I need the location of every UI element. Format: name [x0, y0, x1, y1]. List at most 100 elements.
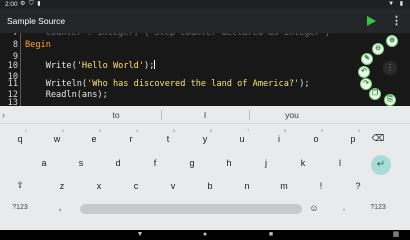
key-hint-number: 7: [247, 128, 250, 133]
key-d[interactable]: d: [110, 157, 126, 171]
suggestion-2[interactable]: I: [185, 109, 225, 121]
key-hint-number: 3: [99, 128, 102, 133]
symbols-key[interactable]: ?123: [8, 202, 32, 216]
comma-key[interactable]: ,: [52, 201, 68, 215]
enter-key[interactable]: ↵: [371, 155, 391, 175]
key-hint-number: 5: [173, 128, 176, 133]
code-text: Begin: [25, 39, 51, 51]
key-p[interactable]: p: [345, 133, 361, 147]
suggestion-strip: › to I you: [0, 106, 410, 124]
code-token: Writeln(: [25, 79, 88, 89]
period-key[interactable]: .: [336, 201, 352, 215]
key-w[interactable]: w: [49, 133, 65, 147]
backspace-icon: ⌫: [371, 133, 385, 143]
suggestion-divider: [161, 110, 162, 120]
enter-icon: ↵: [376, 159, 386, 170]
key-![interactable]: !: [313, 180, 329, 194]
key-f[interactable]: f: [147, 157, 163, 171]
emoji-key[interactable]: ☺: [306, 202, 322, 216]
zoom-in-icon[interactable]: ⊕: [386, 35, 398, 47]
suggestion-divider: [249, 110, 250, 120]
symbols-key-right[interactable]: ?123: [366, 202, 390, 216]
app-bar: Sample Source ⋮: [0, 9, 410, 33]
space-bar[interactable]: [80, 204, 302, 214]
key-j[interactable]: j: [258, 157, 274, 171]
key-hint-number: 6: [210, 128, 213, 133]
key-v[interactable]: v: [165, 180, 181, 194]
key-q[interactable]: q: [12, 133, 28, 147]
edit-icon[interactable]: ✎: [361, 53, 373, 65]
status-left-icons: ⚙ ⛉ ▮: [20, 0, 42, 9]
key-t[interactable]: t: [160, 133, 176, 147]
nav-bar: ▼ ● ■ ▦: [0, 230, 410, 240]
copy-icon[interactable]: ❐: [369, 88, 381, 100]
paste-icon[interactable]: ⎘: [384, 94, 396, 106]
key-k[interactable]: k: [295, 157, 311, 171]
key-x[interactable]: x: [91, 180, 107, 194]
undo-icon[interactable]: ↶: [358, 66, 370, 78]
play-icon[interactable]: [365, 15, 377, 27]
key-hint-number: 8: [284, 128, 287, 133]
shield-icon: ⛉: [29, 1, 35, 7]
redo-icon[interactable]: ↷: [360, 78, 372, 90]
key-c[interactable]: c: [128, 180, 144, 194]
key-m[interactable]: m: [276, 180, 292, 194]
code-token: Readln(ans);: [25, 90, 108, 100]
shift-icon: ⇧: [16, 180, 24, 190]
text-cursor: [154, 60, 156, 69]
key-a[interactable]: a: [36, 157, 52, 171]
key-i[interactable]: i: [271, 133, 287, 147]
key-z[interactable]: z: [54, 180, 70, 194]
status-time: 2:00: [5, 1, 18, 8]
key-o[interactable]: o: [308, 133, 324, 147]
battery-icon: ▮: [399, 1, 405, 7]
key-e[interactable]: e: [86, 133, 102, 147]
key-hint-number: 4: [136, 128, 139, 133]
status-bar: 2:00 ⚙ ⛉ ▮ ▼ ▮: [0, 0, 410, 9]
settings-icon: ⚙: [20, 1, 27, 7]
code-editor[interactable]: 7 counter : integer; { Step counter decl…: [0, 33, 410, 106]
key-y[interactable]: y: [197, 133, 213, 147]
code-token: Begin: [25, 40, 51, 50]
code-token: 'Hello World': [76, 61, 145, 71]
key-n[interactable]: n: [239, 180, 255, 194]
key-u[interactable]: u: [234, 133, 250, 147]
code-text: Write('Hello World');: [25, 60, 156, 72]
key-g[interactable]: g: [184, 157, 200, 171]
code-token: Write(: [25, 61, 77, 71]
home-icon[interactable]: ●: [201, 231, 209, 239]
status-right-icons: ▼ ▮: [388, 0, 405, 9]
backspace-key[interactable]: ⌫: [370, 132, 386, 146]
key-s[interactable]: s: [73, 157, 89, 171]
keyboard-down-icon[interactable]: ▦: [392, 231, 400, 239]
keyboard: ⇧ ⌫ ↵ ?123 , ☺ . ?123 qwertyuiopasdfghjk…: [0, 124, 410, 230]
sd-card-icon: ▮: [37, 1, 42, 7]
chevron-right-icon[interactable]: ›: [2, 109, 5, 121]
suggestion-1[interactable]: to: [96, 109, 136, 121]
code-text: counter : integer; { Step counter declar…: [25, 33, 331, 39]
code-token: );: [144, 61, 155, 71]
recents-icon[interactable]: ■: [267, 231, 275, 239]
key-r[interactable]: r: [123, 133, 139, 147]
back-icon[interactable]: ▼: [136, 231, 144, 239]
suggestion-3[interactable]: you: [272, 109, 312, 121]
key-hint-number: 2: [62, 128, 65, 133]
key-hint-number: 9: [321, 128, 324, 133]
more-vertical-icon[interactable]: ⋮: [383, 61, 397, 75]
key-?[interactable]: ?: [350, 180, 366, 194]
code-token: 'Who has discovered the land of America?…: [87, 79, 300, 89]
wifi-icon: ▼: [388, 1, 397, 7]
key-h[interactable]: h: [221, 157, 237, 171]
key-l[interactable]: l: [332, 157, 348, 171]
key-b[interactable]: b: [202, 180, 218, 194]
gutter-divider: [20, 33, 21, 106]
line-number: 13: [7, 98, 18, 106]
shift-key[interactable]: ⇧: [12, 179, 28, 193]
zoom-out-icon[interactable]: ⊖: [372, 43, 384, 55]
code-token: counter : integer; { Step counter declar…: [25, 33, 331, 38]
code-text: Readln(ans);: [25, 89, 108, 101]
key-hint-number: 1: [25, 128, 28, 133]
overflow-menu-icon[interactable]: ⋮: [391, 15, 402, 27]
code-token: );: [299, 79, 310, 89]
key-hint-number: 0: [358, 128, 361, 133]
